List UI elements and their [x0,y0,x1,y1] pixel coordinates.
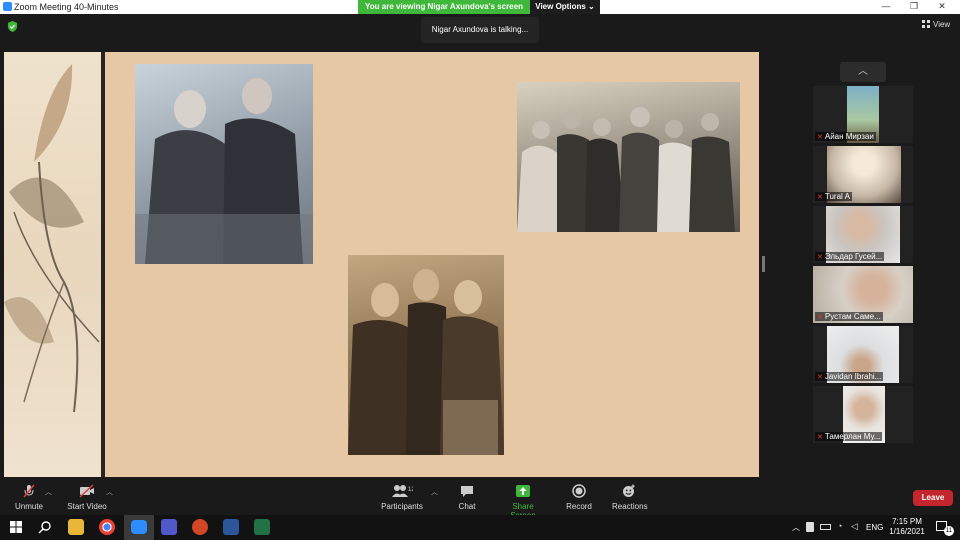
audio-options-caret[interactable]: ︿ [45,487,52,497]
leave-button[interactable]: Leave [913,490,953,506]
close-button[interactable]: ✕ [932,1,952,13]
chat-icon [455,484,479,498]
viewing-screen-banner: You are viewing Nigar Axundova's screen [358,0,530,14]
view-label: View [933,20,951,29]
chrome-icon[interactable] [99,519,115,535]
unmute-label: Unmute [14,502,43,511]
security-shield-icon[interactable] [7,21,18,32]
participant-tile[interactable]: ✕ Айан Мирзаи [813,86,913,143]
grid-icon [922,20,930,28]
share-screen-icon [500,484,546,498]
smile-plus-icon [612,484,646,498]
excel-icon[interactable] [254,519,270,535]
meeting-toolbar: Unmute ︿ Start Video ︿ 12 Participants ︿… [0,478,960,520]
reactions-button[interactable]: Reactions [612,484,648,511]
participants-icon: 12 [380,484,424,498]
participant-tile[interactable]: ✕ Тамерлан Му... [813,386,913,443]
zoom-icon [131,520,147,534]
view-button[interactable]: View [922,20,950,29]
record-label: Record [566,502,592,511]
historical-photo-three-students [348,255,504,455]
view-options-button[interactable]: View Options ⌄ [530,0,600,14]
active-speaker-toast: Nigar Axundova is talking... [421,17,539,43]
volume-icon[interactable]: ◁ [851,521,858,532]
mic-muted-icon: ✕ [817,134,823,141]
video-options-caret[interactable]: ︿ [106,487,113,497]
panel-resize-handle[interactable] [762,256,765,272]
gallery-scroll-up-button[interactable]: ︿ [840,62,886,82]
zoom-logo-icon [3,2,12,11]
start-video-button[interactable]: Start Video [66,484,108,511]
participants-label: Participants [381,502,423,511]
participant-name: ✕ Айан Мирзаи [815,132,876,141]
participant-tile[interactable]: ✕ Рустам Саме... [813,266,913,323]
mic-muted-icon: ✕ [817,434,823,441]
participant-tile[interactable]: ✕ Tural A [813,146,913,203]
teams-icon[interactable] [161,519,177,535]
participant-tile[interactable]: ✕ Эльдар Гусей... [813,206,913,263]
window-title: Zoom Meeting 40-Minutes [14,2,119,12]
file-explorer-icon[interactable] [68,519,84,535]
language-indicator[interactable]: ENG [866,523,883,532]
chat-button[interactable]: Chat [455,484,479,511]
clock-date: 1/16/2021 [889,527,925,536]
search-icon[interactable] [37,519,53,535]
participants-options-caret[interactable]: ︿ [431,487,438,497]
historical-photo-two-men [135,64,313,264]
windows-taskbar: ︿ ◔ ◁ ENG 11 [0,515,960,540]
participant-name: ✕ Javidan Ibrahi... [815,372,884,381]
notifications-count: 11 [944,526,954,536]
participants-button[interactable]: 12 Participants [380,484,424,511]
leaf-decoration-image [4,52,101,477]
zoom-taskbar-active[interactable] [124,515,154,540]
record-button[interactable]: Record [565,484,593,511]
participant-name: ✕ Эльдар Гусей... [815,252,885,261]
usb-icon[interactable] [806,522,814,532]
unmute-button[interactable]: Unmute [12,484,46,511]
reactions-label: Reactions [612,502,648,511]
wifi-icon[interactable]: ◔ [837,521,842,531]
mic-muted-icon: ✕ [817,254,823,261]
powerpoint-icon[interactable] [192,519,208,535]
record-icon [565,484,593,498]
mic-muted-icon: ✕ [817,194,823,201]
participant-tile[interactable]: ✕ Javidan Ibrahi... [813,326,913,383]
start-video-label: Start Video [67,502,107,511]
participants-count: 12 [408,487,413,493]
mic-muted-icon: ✕ [817,374,823,381]
maximize-button[interactable]: ❐ [904,1,924,13]
slide-divider [101,52,105,477]
taskbar-clock[interactable]: 7:15 PM 1/16/2021 [882,517,932,537]
word-icon[interactable] [223,519,239,535]
minimize-button[interactable]: — [876,1,896,13]
historical-photo-group [517,82,740,232]
chat-label: Chat [458,502,476,511]
windows-start-icon[interactable] [8,519,24,535]
tray-expand-icon[interactable]: ︿ [792,522,800,533]
mic-muted-icon: ✕ [817,314,823,321]
video-off-icon [66,484,108,498]
participant-name: ✕ Tural A [815,192,852,201]
clock-time: 7:15 PM [892,517,922,526]
participant-name: ✕ Тамерлан Му... [815,432,883,441]
participant-name: ✕ Рустам Саме... [815,312,883,321]
mic-off-icon [12,484,46,498]
shared-screen-slide [4,52,759,477]
battery-icon[interactable] [820,524,831,530]
